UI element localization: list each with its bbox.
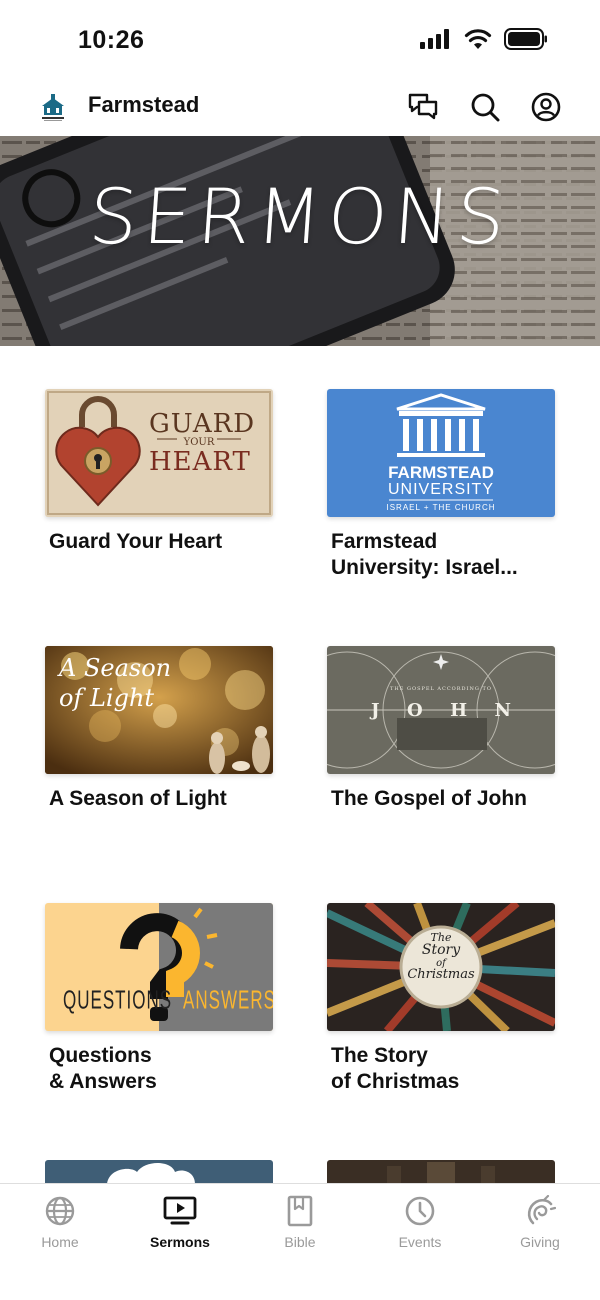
tab-events[interactable]: Events: [360, 1184, 480, 1264]
thumb-text: ISRAEL + THE CHURCH: [386, 503, 496, 512]
sermon-title: Farmstead University: Israel...: [331, 530, 518, 579]
thumb-text: GUARD: [149, 409, 256, 439]
sermon-card[interactable]: FARMSTEAD UNIVERSITY ISRAEL + THE CHURCH…: [327, 389, 557, 581]
tab-label: Events: [398, 1234, 442, 1250]
thumb-text: UNIVERSITY: [387, 481, 494, 498]
thumb-text: Story: [421, 942, 461, 958]
tab-sermons[interactable]: Sermons: [120, 1184, 240, 1264]
tab-label: Bible: [284, 1234, 316, 1250]
gospel-letter: N: [494, 700, 511, 721]
status-time: 10:26: [78, 26, 145, 54]
thumb-text: THE GOSPEL ACCORDING TO: [390, 686, 492, 692]
sermon-thumbnail: A Season of Light: [45, 646, 273, 774]
globe-icon: [43, 1194, 77, 1228]
sermon-title: A Season of Light: [49, 787, 227, 810]
status-icons: [420, 28, 548, 50]
sermon-card-partial[interactable]: [45, 1160, 273, 1184]
sermon-title: The Gospel of John: [331, 787, 528, 810]
cellular-signal-icon: [420, 29, 449, 49]
gospel-letters: J O H N: [371, 700, 511, 721]
thumb-text: FARMSTEAD: [388, 463, 494, 482]
thumb-text: Christmas: [407, 967, 475, 982]
tab-bible[interactable]: Bible: [240, 1184, 360, 1264]
status-bar: 10:26: [0, 0, 600, 80]
search-button[interactable]: [468, 90, 502, 124]
sermon-card[interactable]: THE GOSPEL ACCORDING TO J O H N The Gosp…: [327, 646, 557, 812]
hero-banner: SERMONS: [0, 136, 600, 346]
thumb-text: QUESTIONS: [63, 986, 173, 1015]
tab-label: Sermons: [150, 1234, 210, 1250]
sermon-card[interactable]: The Story of Christmas The Story of Chri…: [327, 903, 557, 1095]
sermon-thumbnail: The Story of Christmas: [327, 903, 555, 1031]
sermon-card[interactable]: QUESTIONS ANSWERS Questions & Answers: [45, 903, 275, 1095]
thumb-text: ANSWERS: [183, 986, 273, 1015]
tv-play-icon: [163, 1194, 197, 1228]
tab-label: Home: [41, 1234, 79, 1250]
gospel-letter: O: [406, 700, 423, 721]
account-icon: [531, 92, 561, 122]
tab-bar: Home Sermons Bible Events Giving: [0, 1183, 600, 1300]
sermon-title: Guard Your Heart: [49, 530, 223, 553]
tab-home[interactable]: Home: [0, 1184, 120, 1264]
gospel-letter: J: [371, 700, 380, 721]
clock-icon: [403, 1194, 437, 1228]
app-title: Farmstead: [88, 92, 200, 117]
gospel-letter: H: [450, 700, 468, 721]
app-header: Farmstead: [0, 80, 600, 136]
chat-icon: [408, 93, 438, 120]
tab-giving[interactable]: Giving: [480, 1184, 600, 1264]
sermon-card[interactable]: GUARD YOUR HEART Guard Your Heart: [45, 389, 275, 555]
sermon-card-partial[interactable]: [327, 1160, 555, 1184]
tab-label: Giving: [520, 1234, 560, 1250]
sermon-title: Questions & Answers: [49, 1044, 157, 1093]
sermon-title: The Story of Christmas: [331, 1044, 460, 1093]
sermon-thumbnail: FARMSTEAD UNIVERSITY ISRAEL + THE CHURCH: [327, 389, 555, 517]
sermon-thumbnail: GUARD YOUR HEART: [45, 389, 273, 517]
church-logo-icon[interactable]: [38, 93, 68, 123]
battery-icon: [504, 28, 547, 50]
thumb-text: A Season: [59, 654, 172, 682]
search-icon: [471, 93, 500, 122]
giving-hand-icon: [523, 1194, 557, 1228]
sermon-thumbnail: THE GOSPEL ACCORDING TO J O H N: [327, 646, 555, 774]
bookmark-book-icon: [283, 1194, 317, 1228]
sermon-card[interactable]: A Season of Light A Season of Light: [45, 646, 275, 812]
account-button[interactable]: [529, 90, 563, 124]
hero-title: SERMONS: [86, 172, 514, 261]
chat-button[interactable]: [406, 90, 440, 124]
thumb-text: of Light: [59, 684, 155, 712]
sermon-thumbnail: QUESTIONS ANSWERS: [45, 903, 273, 1031]
wifi-icon: [464, 29, 492, 49]
thumb-text: HEART: [149, 447, 251, 477]
